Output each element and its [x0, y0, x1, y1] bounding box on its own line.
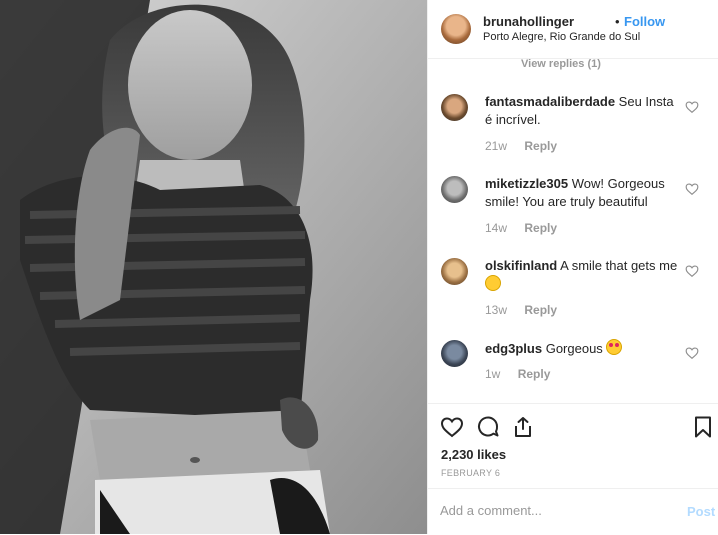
add-comment-input[interactable]: [440, 503, 660, 518]
commenter-avatar[interactable]: [441, 340, 468, 367]
post-side-panel: brunahollinger • Follow Porto Alegre, Ri…: [427, 0, 718, 534]
reply-button[interactable]: Reply: [524, 303, 557, 317]
share-icon[interactable]: [511, 415, 535, 439]
post-comment-button[interactable]: Post: [687, 504, 715, 519]
comment-age: 1w: [485, 367, 501, 381]
commenter-avatar[interactable]: [441, 176, 468, 203]
comment-meta: 1w Reply: [485, 367, 550, 381]
commenter-username[interactable]: olskifinland: [485, 258, 557, 273]
commenter-username[interactable]: fantasmadaliberdade: [485, 94, 615, 109]
commenter-username[interactable]: miketizzle305: [485, 176, 568, 191]
reply-button[interactable]: Reply: [524, 139, 557, 153]
like-comment-heart-icon[interactable]: [685, 182, 699, 196]
reply-button[interactable]: Reply: [524, 221, 557, 235]
comments-list[interactable]: View replies (1) fantasmadaliberdade Seu…: [428, 58, 718, 403]
commenter-avatar[interactable]: [441, 94, 468, 121]
author-username[interactable]: brunahollinger: [483, 14, 574, 29]
like-comment-heart-icon[interactable]: [685, 100, 699, 114]
comment-text: Gorgeous: [545, 341, 603, 356]
follow-button[interactable]: Follow: [624, 14, 665, 29]
instagram-post: brunahollinger • Follow Porto Alegre, Ri…: [0, 0, 718, 534]
post-photo[interactable]: [0, 0, 427, 534]
post-photo-illustration: [0, 0, 427, 534]
heart-eyes-emoji: [606, 339, 623, 355]
comment-text: A smile that gets me: [560, 258, 678, 273]
comment-body: miketizzle305 Wow! Gorgeous smile! You a…: [485, 175, 681, 211]
post-location[interactable]: Porto Alegre, Rio Grande do Sul: [483, 31, 640, 43]
comment-icon[interactable]: [476, 415, 500, 439]
author-avatar[interactable]: [441, 14, 471, 44]
comment-body: olskifinland A smile that gets me: [485, 257, 681, 294]
comment-age: 14w: [485, 221, 508, 235]
header-separator: •: [615, 14, 620, 29]
commenter-username[interactable]: edg3plus: [485, 341, 542, 356]
like-comment-heart-icon[interactable]: [685, 264, 699, 278]
add-comment-bar: Post: [428, 488, 718, 535]
smiling-face-emoji: [485, 275, 501, 291]
commenter-avatar[interactable]: [441, 258, 468, 285]
like-comment-heart-icon[interactable]: [685, 346, 699, 360]
likes-count[interactable]: 2,230 likes: [441, 447, 506, 462]
post-date[interactable]: FEBRUARY 6: [441, 468, 500, 478]
heart-icon[interactable]: [440, 415, 464, 439]
comment-meta: 21w Reply: [485, 139, 557, 153]
bookmark-icon[interactable]: [691, 415, 715, 439]
comment-meta: 14w Reply: [485, 221, 557, 235]
comment-meta: 13w Reply: [485, 303, 557, 317]
post-header: brunahollinger • Follow Porto Alegre, Ri…: [428, 0, 718, 59]
post-actions: 2,230 likes FEBRUARY 6 Post: [428, 403, 718, 534]
comment-age: 13w: [485, 303, 508, 317]
reply-button[interactable]: Reply: [518, 367, 551, 381]
comment-body: edg3plus Gorgeous: [485, 339, 681, 358]
comment-age: 21w: [485, 139, 508, 153]
view-replies-link[interactable]: View replies (1): [521, 58, 601, 70]
comment-body: fantasmadaliberdade Seu Insta é incrível…: [485, 93, 681, 129]
